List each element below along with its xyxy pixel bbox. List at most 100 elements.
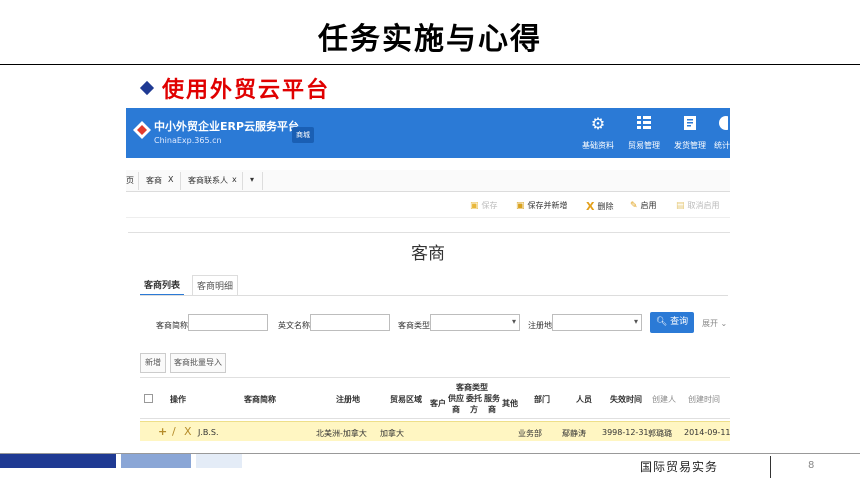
- tab-customer[interactable]: 客商: [146, 175, 162, 186]
- enable-label: 启用: [640, 201, 657, 210]
- bullet-line: 使用外贸云平台: [139, 72, 331, 104]
- tab-customer-contacts[interactable]: 客商联系人: [188, 175, 228, 186]
- reg-place-select[interactable]: [552, 314, 642, 331]
- table-header: 操作 客商简称 注册地 贸易区域 客商类型 客户 供应 商 委托 方 服务 商 …: [140, 377, 730, 419]
- app-header: 中小外贸企业ERP云服务平台 ChinaExp.365.cn 商城 ⚙ 基础资料…: [126, 108, 730, 158]
- toolbar: ▣ 保存 ▣ 保存并新增 X 删除 ✎ 启用 ▤ 取消启用: [126, 192, 730, 218]
- query-label: 查询: [670, 317, 689, 327]
- chevron-down-icon[interactable]: ▾: [250, 175, 254, 184]
- batch-import-button[interactable]: 客商批量导入: [170, 353, 226, 373]
- query-button[interactable]: 🔍︎ 查询: [650, 312, 694, 333]
- search-icon: 🔍︎: [655, 317, 668, 327]
- col-staff[interactable]: 人员: [576, 394, 592, 405]
- subtab-divider: [140, 295, 728, 296]
- add-button[interactable]: 新增: [140, 353, 166, 373]
- col-type-service: 商: [488, 405, 496, 414]
- tab-separator: [262, 172, 263, 190]
- cell-department: 业务部: [518, 429, 542, 438]
- mall-button[interactable]: 商城: [292, 127, 314, 143]
- nav-trade-management[interactable]: 贸易管理: [624, 112, 664, 156]
- col-type-consign: 方: [470, 405, 478, 414]
- footer-course-name: 国际贸易实务: [640, 460, 719, 474]
- page-number: 8: [808, 460, 815, 471]
- delete-button[interactable]: X 删除: [586, 200, 613, 213]
- close-icon[interactable]: X: [168, 175, 173, 184]
- brand-name: 中小外贸企业ERP云服务平台: [154, 120, 300, 133]
- nav-basic-data[interactable]: ⚙ 基础资料: [578, 112, 618, 156]
- col-short-name[interactable]: 客商简称: [244, 394, 276, 405]
- disable-button[interactable]: ▤ 取消启用: [676, 200, 720, 211]
- short-name-input[interactable]: [188, 314, 268, 331]
- customer-panel: 客商 客商列表 客商明细 客商简称 英文名称 客商类型 注册地 🔍︎ 查询 展开…: [128, 232, 730, 442]
- cell-creator: 郭璐璐: [648, 429, 672, 438]
- save-icon: ▣: [516, 200, 525, 211]
- col-creator[interactable]: 创建人: [652, 394, 676, 405]
- english-name-label: 英文名称: [278, 321, 310, 330]
- col-created[interactable]: 创建时间: [688, 394, 720, 405]
- delete-label: 删除: [597, 202, 614, 211]
- col-region[interactable]: 贸易区域: [390, 394, 422, 405]
- cell-expire: 3998-12-31: [602, 428, 649, 437]
- col-type-other: 其他: [502, 399, 518, 408]
- customer-type-label: 客商类型: [398, 321, 430, 330]
- col-type-group: 客商类型: [456, 383, 488, 392]
- diamond-bullet-icon: [139, 80, 155, 96]
- disable-label: 取消启用: [687, 201, 720, 210]
- english-name-input[interactable]: [310, 314, 390, 331]
- tab-home[interactable]: 页: [126, 175, 134, 186]
- page-tabs: 页 客商 X 客商联系人 x ▾: [126, 170, 730, 192]
- col-type-service: 服务: [484, 394, 500, 403]
- expand-toggle[interactable]: 展开 ⌄: [702, 318, 727, 329]
- chevron-down-icon: ⌄: [720, 319, 728, 328]
- tab-separator: [180, 172, 181, 190]
- bullet-text: 使用外贸云平台: [162, 77, 331, 103]
- table-row[interactable]: + / X J.B.S. 北美洲-加拿大 加拿大 业务部 鄢静涛 3998-12…: [140, 421, 730, 441]
- cell-created: 2014-09-11: [684, 428, 730, 437]
- customer-type-select[interactable]: [430, 314, 520, 331]
- col-type-customer: 客户: [430, 399, 446, 408]
- cell-short-name: J.B.S.: [198, 428, 219, 437]
- footer-block-mid: [121, 454, 191, 468]
- brand-logo-icon: [133, 121, 151, 139]
- save-button[interactable]: ▣ 保存: [470, 200, 498, 211]
- delete-icon[interactable]: X: [184, 425, 192, 438]
- cell-staff: 鄢静涛: [562, 429, 586, 438]
- col-operation: 操作: [170, 395, 186, 404]
- document-icon: ▤: [676, 200, 685, 211]
- short-name-label: 客商简称: [156, 321, 188, 330]
- nav-statistics[interactable]: 统计: [714, 112, 730, 156]
- col-reg-place[interactable]: 注册地: [336, 394, 360, 405]
- erp-screenshot: 中小外贸企业ERP云服务平台 ChinaExp.365.cn 商城 ⚙ 基础资料…: [126, 108, 730, 442]
- col-department[interactable]: 部门: [534, 394, 550, 405]
- expand-label: 展开: [702, 319, 718, 328]
- edit-icon[interactable]: /: [172, 425, 176, 438]
- tab-customer-list[interactable]: 客商列表: [140, 275, 185, 296]
- save-new-label: 保存并新增: [527, 201, 568, 210]
- delete-icon: X: [586, 200, 595, 213]
- tab-separator: [138, 172, 139, 190]
- nav-label: 发货管理: [674, 141, 706, 150]
- tab-customer-detail[interactable]: 客商明细: [192, 275, 239, 295]
- footer-block-light: [196, 454, 242, 468]
- col-type-supplier: 供应: [448, 394, 464, 403]
- add-icon[interactable]: +: [158, 425, 167, 438]
- select-all-checkbox[interactable]: [144, 394, 153, 403]
- edit-icon: ✎: [630, 200, 638, 211]
- document-icon: [670, 112, 710, 134]
- enable-button[interactable]: ✎ 启用: [630, 200, 657, 211]
- brand-url: ChinaExp.365.cn: [154, 136, 222, 145]
- nav-label: 基础资料: [582, 141, 614, 150]
- save-label: 保存: [481, 201, 498, 210]
- slide-title: 任务实施与心得: [318, 22, 542, 57]
- reg-place-label: 注册地: [528, 321, 552, 330]
- save-and-new-button[interactable]: ▣ 保存并新增: [516, 200, 568, 211]
- gear-icon: ⚙: [590, 113, 606, 133]
- footer-block-dark: [0, 454, 116, 468]
- nav-label: 贸易管理: [628, 141, 660, 150]
- title-divider: [0, 64, 860, 65]
- col-expire[interactable]: 失效时间: [610, 394, 642, 405]
- nav-shipping-management[interactable]: 发货管理: [670, 112, 710, 156]
- close-icon[interactable]: x: [232, 175, 237, 184]
- cell-region: 加拿大: [380, 429, 404, 438]
- list-icon: [624, 112, 664, 134]
